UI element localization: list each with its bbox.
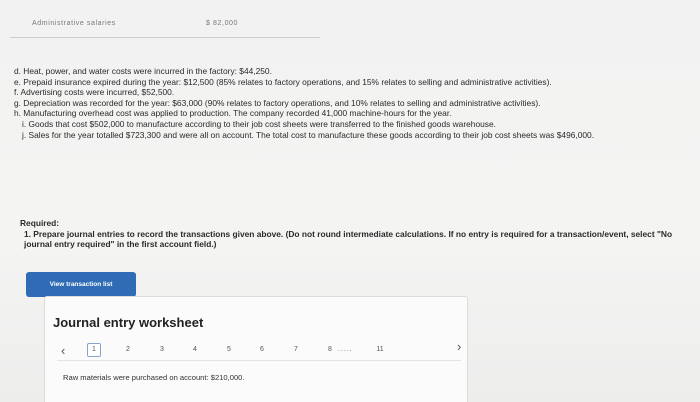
page-4-button[interactable]: 4 [188, 346, 202, 353]
required-heading: Required: [20, 218, 60, 228]
page-7-button[interactable]: 7 [289, 346, 303, 353]
required-section: Required: 1. Prepare journal entries to … [20, 218, 680, 250]
required-item-text: 1. Prepare journal entries to record the… [24, 228, 284, 239]
page-5-button[interactable]: 5 [222, 346, 236, 353]
page-11-button[interactable]: 11 [373, 346, 387, 353]
view-transaction-list-button[interactable]: View transaction list [26, 272, 136, 297]
page: Administrative salaries $ 82,000 d. Heat… [0, 0, 700, 402]
transaction-item: e. Prepaid insurance expired during the … [14, 76, 552, 87]
worksheet-transaction-text: Raw materials were purchased on account:… [63, 373, 245, 382]
prior-line-value: $ 82,000 [206, 20, 239, 27]
transaction-item: f. Advertising costs were incurred, $52,… [14, 87, 175, 98]
chevron-right-icon[interactable]: › [457, 339, 461, 354]
prior-line-label: Administrative salaries [32, 20, 116, 27]
page-1-button[interactable]: 1 [87, 343, 101, 357]
pager-ellipsis: ..... [338, 346, 353, 353]
journal-entry-worksheet: Journal entry worksheet ‹ 1 2 3 4 5 6 7 … [44, 296, 468, 402]
transaction-list: d. Heat, power, and water costs were inc… [10, 66, 670, 140]
chevron-left-icon[interactable]: ‹ [61, 343, 65, 358]
page-3-button[interactable]: 3 [155, 346, 169, 353]
prior-line-item: Administrative salaries $ 82,000 [10, 16, 320, 38]
page-2-button[interactable]: 2 [121, 346, 135, 353]
transaction-item: i. Goods that cost $502,000 to manufactu… [22, 118, 496, 129]
required-instruction: 1. Prepare journal entries to record the… [20, 229, 680, 250]
transaction-item: j. Sales for the year totalled $723,300 … [22, 129, 595, 140]
worksheet-pager: ‹ 1 2 3 4 5 6 7 8 ..... 11 › [57, 339, 461, 361]
page-8-button[interactable]: 8 [323, 346, 337, 353]
transaction-item: h. Manufacturing overhead cost was appli… [14, 108, 452, 119]
page-6-button[interactable]: 6 [255, 346, 269, 353]
transaction-item: g. Depreciation was recorded for the yea… [14, 97, 541, 108]
transaction-item: d. Heat, power, and water costs were inc… [14, 66, 272, 76]
worksheet-title: Journal entry worksheet [53, 315, 204, 330]
